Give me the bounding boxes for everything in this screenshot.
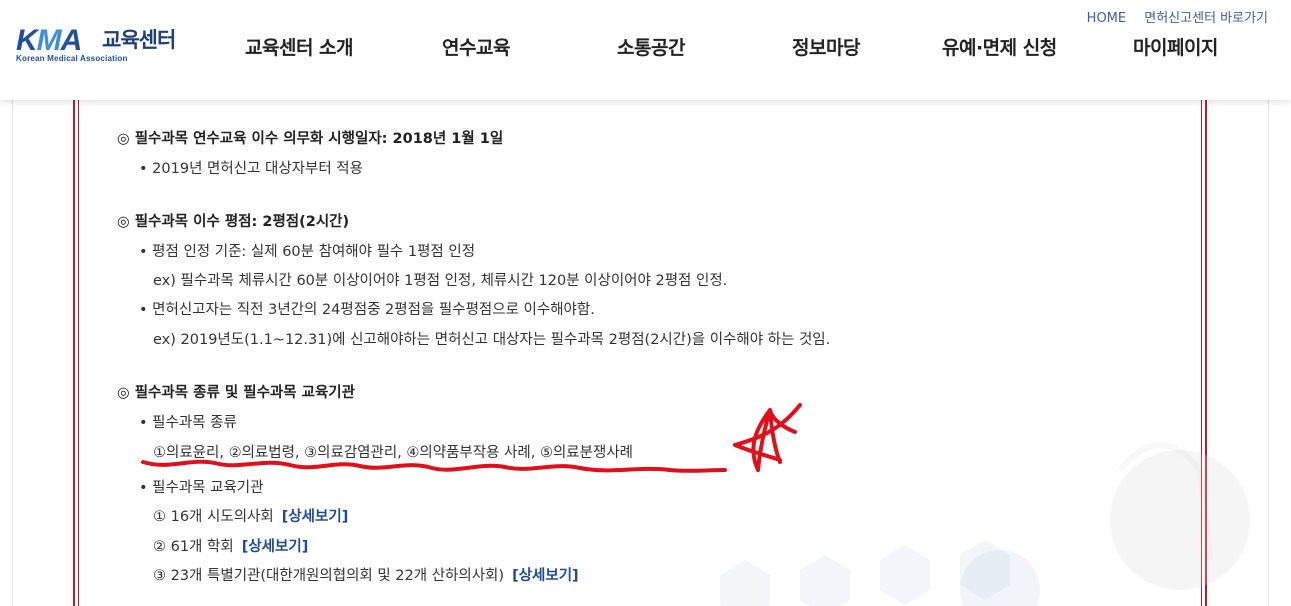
nav-exemption[interactable]: 유예·면제 신청 — [942, 33, 1057, 60]
nav-community[interactable]: 소통공간 — [617, 33, 685, 60]
nav-training[interactable]: 연수교육 — [442, 33, 510, 60]
section2-item-criteria: • 평점 인정 기준: 실제 60분 참여해야 필수 1평점 인정 — [139, 244, 476, 260]
section2-example-2: ex) 2019년도(1.1~12.31)에 신고해야하는 면허신고 대상자는 … — [153, 332, 831, 348]
details-link[interactable]: [상세보기] — [282, 509, 349, 525]
institution-text: ③ 23개 특별기관(대한개원의협의회 및 22개 산하의사회) — [153, 568, 505, 584]
section1-item: • 2019년 면허신고 대상자부터 적용 — [139, 161, 363, 177]
logo-kma-mark: KMA — [16, 24, 82, 57]
top-links: HOME 면허신고센터 바로가기 — [1073, 7, 1268, 26]
logo-title: 교육센터 — [102, 28, 176, 52]
subject-types-list: ①의료윤리, ②의료법령, ③의료감염관리, ④의약품부작용 사례, ⑤의료분쟁… — [153, 445, 633, 461]
license-report-link[interactable]: 면허신고센터 바로가기 — [1144, 11, 1268, 26]
site-header: KMA 교육센터 Korean Medical Association HOME… — [0, 0, 1291, 100]
section1-title: ◎ 필수과목 연수교육 이수 의무화 시행일자: 2018년 1월 1일 — [117, 131, 504, 147]
nav-info[interactable]: 정보마당 — [792, 33, 860, 60]
section3-title: ◎ 필수과목 종류 및 필수과목 교육기관 — [117, 385, 355, 401]
institution-text: ② 61개 학회 — [153, 539, 234, 555]
details-link[interactable]: [상세보기] — [242, 539, 309, 555]
institution-row: ③ 23개 특별기관(대한개원의협의회 및 22개 산하의사회) [상세보기] — [153, 564, 579, 585]
kma-logo[interactable]: KMA 교육센터 Korean Medical Association — [16, 26, 196, 66]
section2-item-license: • 면허신고자는 직전 3년간의 24평점중 2평점을 필수평점으로 이수해야함… — [139, 302, 595, 318]
section2-example-1: ex) 필수과목 체류시간 60분 이상이어야 1평점 인정, 체류시간 120… — [153, 273, 728, 289]
subject-types-header: • 필수과목 종류 — [139, 415, 237, 431]
nav-center-intro[interactable]: 교육센터 소개 — [245, 33, 354, 60]
institution-row: ② 61개 학회 [상세보기] — [153, 535, 308, 556]
institution-text: ① 16개 시도의사회 — [153, 509, 274, 525]
home-link[interactable]: HOME — [1087, 11, 1126, 26]
nav-mypage[interactable]: 마이페이지 — [1133, 33, 1218, 60]
details-link[interactable]: [상세보기] — [512, 568, 579, 584]
logo-subtitle: Korean Medical Association — [16, 54, 128, 63]
section2-title: ◎ 필수과목 이수 평점: 2평점(2시간) — [117, 214, 350, 230]
institutions-header: • 필수과목 교육기관 — [139, 480, 264, 496]
institution-row: ① 16개 시도의사회 [상세보기] — [153, 505, 348, 526]
